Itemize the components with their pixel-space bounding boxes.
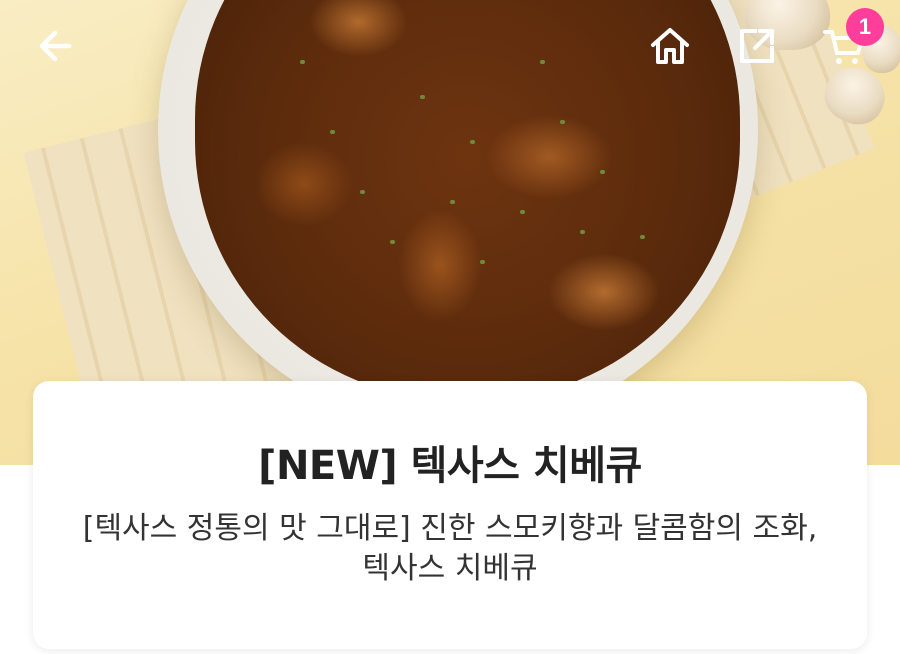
cart-count-badge[interactable]: 1 xyxy=(846,8,884,46)
product-title: [NEW] 텍사스 치베큐 xyxy=(258,443,642,489)
product-description: [텍사스 정통의 맛 그대로] 진한 스모키향과 달콤함의 조화, 텍사스 치베… xyxy=(82,511,818,586)
home-icon[interactable] xyxy=(648,24,692,68)
arrow-left-icon[interactable] xyxy=(33,24,77,68)
share-icon[interactable] xyxy=(735,24,779,68)
product-info-card: [NEW] 텍사스 치베큐 [텍사스 정통의 맛 그대로] 진한 스모키향과 달… xyxy=(33,381,867,649)
